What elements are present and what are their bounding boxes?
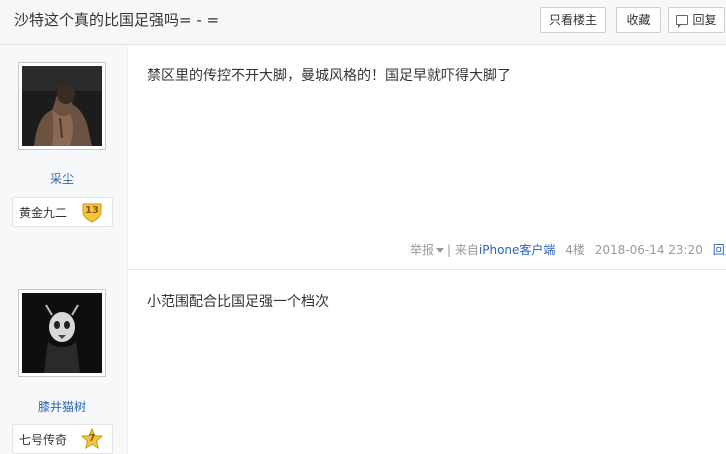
avatar-image [22, 66, 102, 146]
source-prefix: 来自 [454, 243, 479, 257]
post-time: 2018-06-14 23:20 [594, 243, 703, 257]
level-star-icon: 7 [80, 427, 104, 450]
thread-title: 沙特这个真的比国足强吗= - = [14, 11, 220, 29]
post: 采尘 黄金九二 13 禁区里的传控不开大脚，曼城风格的！国足早就吓得大脚了 举报… [0, 45, 726, 269]
author-sidebar: 膝井猫树 七号传奇 7 [0, 269, 128, 454]
only-op-button[interactable]: 只看楼主 [540, 7, 606, 33]
badge-level: 7 [88, 433, 96, 444]
badge-level: 13 [85, 205, 99, 216]
avatar[interactable] [18, 289, 106, 377]
comment-icon [676, 15, 689, 28]
reply-button[interactable]: 回复 [668, 7, 725, 33]
dropdown-arrow-icon [436, 247, 445, 253]
report-label: 举报 [410, 243, 435, 257]
post-content: 小范围配合比国足强一个档次 [147, 294, 329, 310]
thread-header: 沙特这个真的比国足强吗= - = 只看楼主 收藏 回复 [0, 0, 726, 45]
username[interactable]: 膝井猫树 [0, 398, 124, 415]
floor-number: 4楼 [565, 243, 585, 257]
post-content: 禁区里的传控不开大脚，曼城风格的！国足早就吓得大脚了 [147, 68, 511, 84]
author-sidebar: 采尘 黄金九二 13 [0, 45, 128, 269]
post-reply-link[interactable]: 回复 [713, 243, 726, 257]
post: 膝井猫树 七号传奇 7 小范围配合比国足强一个档次 [0, 269, 726, 454]
source-client-link[interactable]: iPhone客户端 [479, 243, 556, 257]
badge-title: 七号传奇 [19, 433, 68, 447]
post-meta: 举报 | 来自iPhone客户端 4楼 2018-06-14 23:20 回复 [410, 241, 726, 258]
level-shield-icon: 13 [81, 201, 103, 223]
reply-button-label: 回复 [692, 13, 717, 27]
avatar-image [22, 293, 102, 373]
badge-title: 黄金九二 [19, 206, 68, 220]
user-level-badge[interactable]: 黄金九二 13 [12, 197, 113, 227]
favorite-button[interactable]: 收藏 [616, 7, 661, 33]
avatar[interactable] [18, 62, 106, 150]
username[interactable]: 采尘 [0, 170, 124, 187]
report-link[interactable]: 举报 [410, 243, 447, 257]
meta-separator: | [447, 243, 452, 257]
user-level-badge[interactable]: 七号传奇 7 [12, 424, 113, 454]
